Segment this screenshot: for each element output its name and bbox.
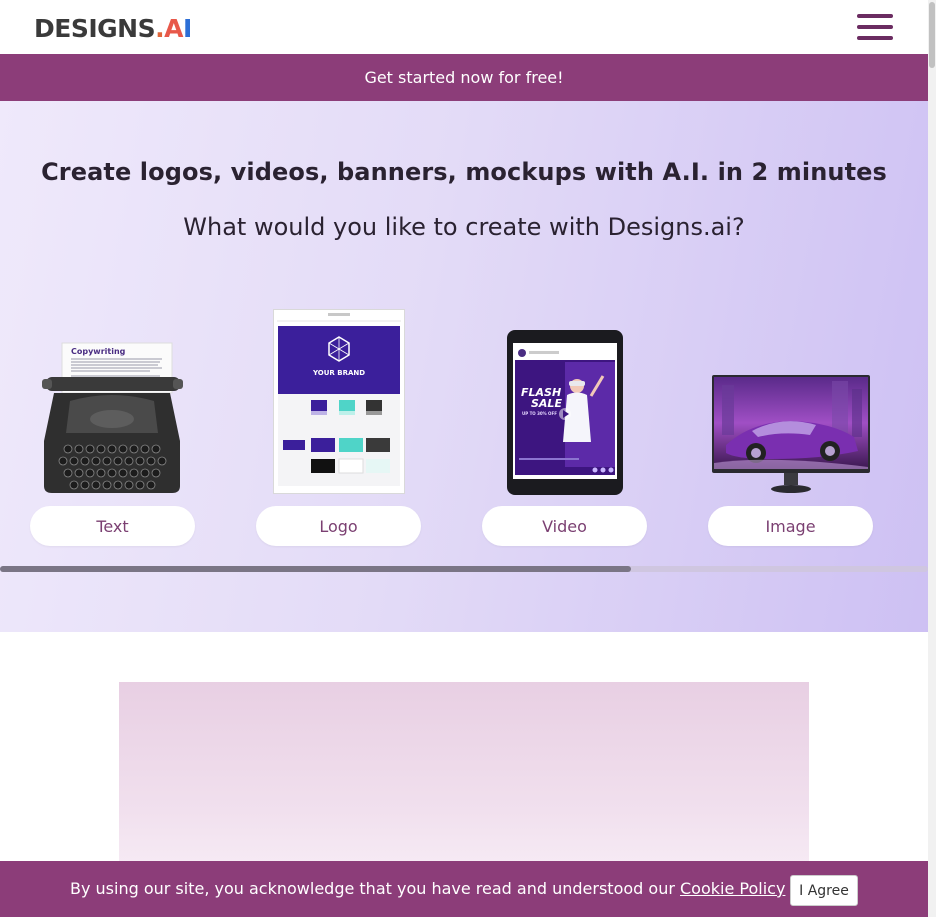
create-video-label: Video	[542, 516, 587, 536]
create-logo-label: Logo	[319, 516, 358, 536]
monitor-car-image[interactable]	[712, 375, 870, 497]
promo-text: Get started now for free!	[364, 68, 564, 87]
logo-text: DESIGNS	[34, 14, 156, 43]
carousel-scroll-thumb[interactable]	[0, 566, 631, 572]
create-image-button[interactable]: Image	[708, 506, 873, 546]
create-text-button[interactable]: Text	[30, 506, 195, 546]
brand-guide-image[interactable]: YOUR BRAND	[273, 309, 405, 494]
cookie-consent-bar: By using our site, you acknowledge that …	[0, 861, 928, 917]
agree-button[interactable]: I Agree	[790, 875, 858, 906]
cookie-policy-link[interactable]: Cookie Policy	[680, 879, 785, 898]
create-logo-button[interactable]: Logo	[256, 506, 421, 546]
menu-bar	[857, 36, 893, 40]
logo-i: I	[182, 14, 192, 43]
site-header: DESIGNS. A I	[0, 0, 928, 54]
page: DESIGNS. A I Get started now for free! Cre…	[0, 0, 936, 917]
offer-text: UP TO 30% OFF	[522, 411, 557, 416]
create-text-label: Text	[96, 516, 129, 536]
tablet-video-image[interactable]: FLASH SALE UP TO 30% OFF	[507, 330, 623, 495]
create-video-button[interactable]: Video	[482, 506, 647, 546]
logo-dot: .	[155, 14, 165, 43]
page-scrollbar[interactable]	[928, 0, 936, 917]
promo-banner[interactable]: Get started now for free!	[0, 54, 928, 101]
hero-section: Create logos, videos, banners, mockups w…	[0, 101, 936, 632]
hamburger-menu-icon[interactable]	[857, 14, 893, 40]
create-image-label: Image	[765, 516, 816, 536]
page-scrollbar-thumb[interactable]	[929, 2, 935, 68]
brand-text: YOUR BRAND	[312, 369, 365, 377]
copywriting-text: Copywriting	[71, 347, 126, 356]
typewriter-image[interactable]: Copywriting	[40, 341, 185, 496]
hero-title: Create logos, videos, banners, mockups w…	[41, 158, 887, 186]
hero-subtitle: What would you like to create with Desig…	[183, 213, 745, 241]
cookie-message: By using our site, you acknowledge that …	[70, 879, 785, 898]
menu-bar	[857, 14, 893, 18]
sale-text: SALE	[531, 397, 562, 410]
logo-a: A	[164, 14, 183, 43]
menu-bar	[857, 25, 893, 29]
cookie-text: By using our site, you acknowledge that …	[70, 879, 680, 898]
designs-ai-logo[interactable]: DESIGNS. A I	[34, 14, 192, 43]
